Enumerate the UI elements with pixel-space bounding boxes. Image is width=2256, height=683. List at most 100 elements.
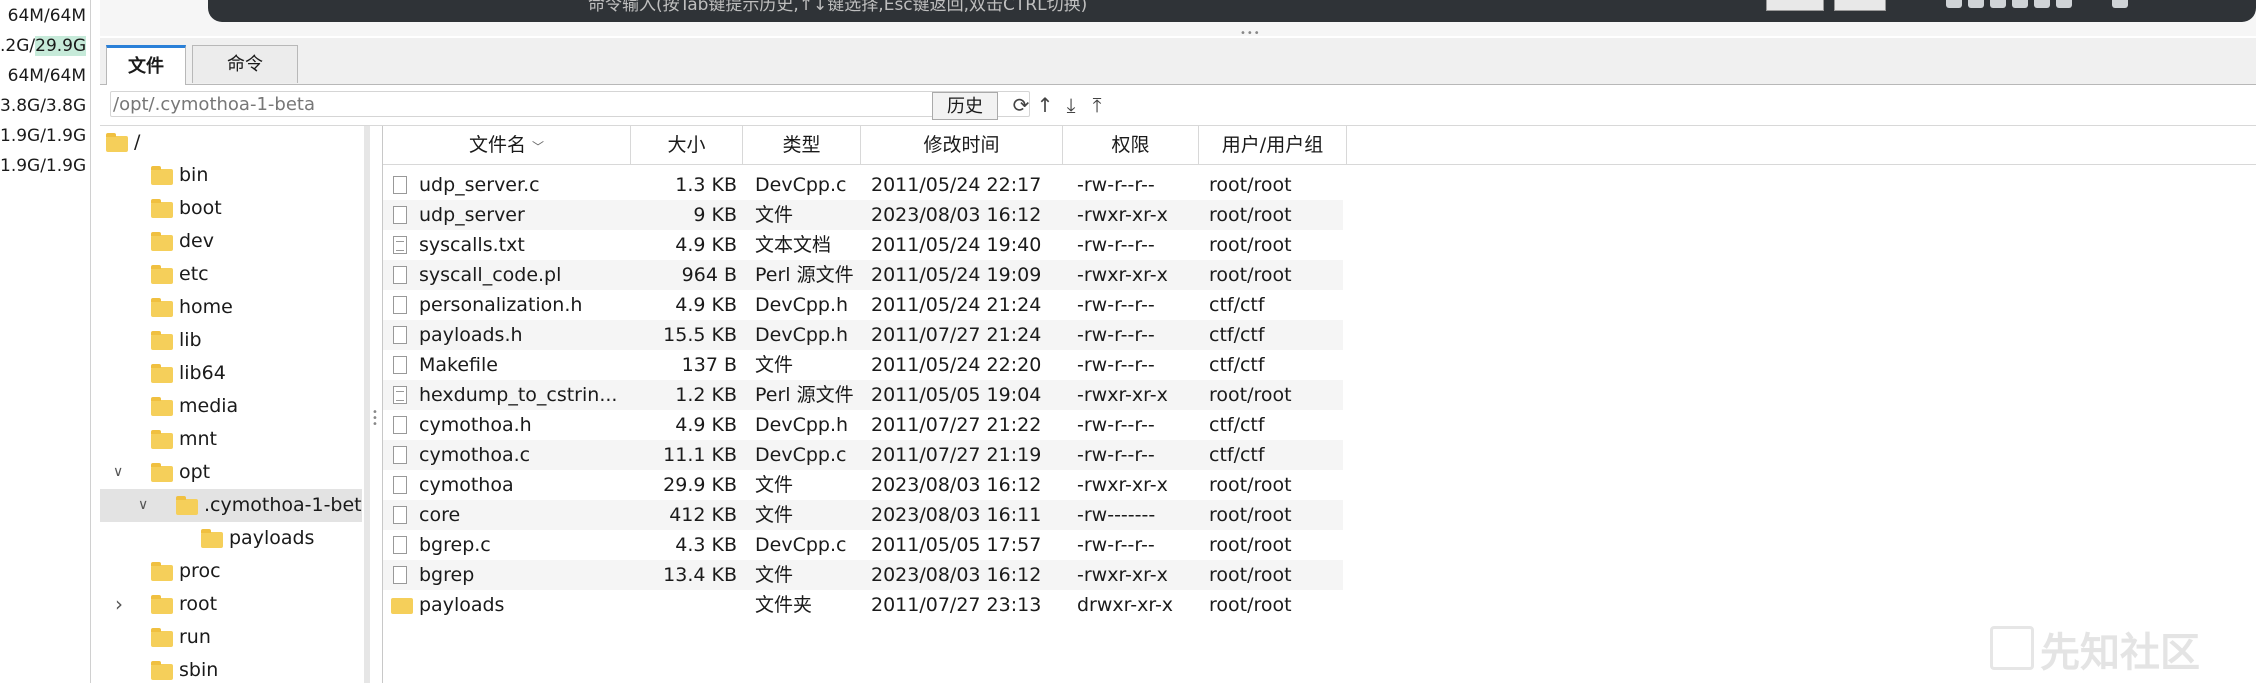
path-input[interactable]: /opt/.cymothoa-1-beta — [110, 91, 1030, 117]
folder-icon — [151, 166, 173, 185]
folder-icon — [151, 331, 173, 350]
file-row[interactable]: personalization.h 4.9 KB DevCpp.h 2011/05/2… — [383, 290, 1343, 320]
file-owner: root/root — [1209, 204, 1292, 226]
file-row[interactable]: payloads.h 15.5 KB DevCpp.h 2011/07/27 21:2… — [383, 320, 1343, 350]
path-bar: /opt/.cymothoa-1-beta 历史 ⟳ ↑ ⤓ ⤒ — [100, 85, 2256, 126]
file-name: syscall_code.pl — [419, 264, 562, 286]
file-name: cymothoa.h — [419, 414, 532, 436]
tree-item-sbin[interactable]: sbin — [100, 654, 362, 683]
file-perm: drwxr-xr-x — [1077, 594, 1174, 616]
download-icon[interactable]: ⤓ — [1060, 94, 1082, 116]
col-header-type[interactable]: 类型 — [743, 126, 861, 164]
tree-item-opt[interactable]: ∨ opt — [100, 456, 362, 489]
tree-scrollbar[interactable] — [364, 126, 370, 683]
file-type: DevCpp.c — [755, 174, 847, 196]
file-owner: root/root — [1209, 564, 1292, 586]
tree-item-mnt[interactable]: mnt — [100, 423, 362, 456]
tree-item-media[interactable]: media — [100, 390, 362, 423]
tree-item-label: home — [179, 296, 233, 318]
file-row[interactable]: payloads 文件夹 2011/07/27 23:13 drwxr-xr-x roo… — [383, 590, 1343, 620]
col-header-mtime[interactable]: 修改时间 — [861, 126, 1063, 164]
file-row[interactable]: core 412 KB 文件 2023/08/03 16:11 -rw------- ro… — [383, 500, 1343, 530]
file-table: 文件名 ﹀ 大小 类型 修改时间 权限 用户/用户组 udp_server.c 1… — [382, 126, 2256, 683]
file-mtime: 2023/08/03 16:12 — [871, 204, 1042, 226]
file-row[interactable]: cymothoa.c 11.1 KB DevCpp.c 2011/07/27 21:1… — [383, 440, 1343, 470]
tree-item-etc[interactable]: etc — [100, 258, 362, 291]
file-mtime: 2011/05/24 19:40 — [871, 234, 1042, 256]
copy-icon[interactable] — [1968, 0, 1984, 8]
file-row[interactable]: hexdump_to_cstrin... 1.2 KB Perl 源文件 2011/0… — [383, 380, 1343, 410]
file-row[interactable]: syscalls.txt 4.9 KB 文本文档 2011/05/24 19:40 -r… — [383, 230, 1343, 260]
tree-item-payloads[interactable]: payloads — [100, 522, 362, 555]
chevron-right-icon[interactable]: › — [115, 588, 123, 621]
file-perm: -rw-r--r-- — [1077, 234, 1155, 256]
file-row[interactable]: syscall_code.pl 964 B Perl 源文件 2011/05/24 1… — [383, 260, 1343, 290]
file-perm: -rwxr-xr-x — [1077, 264, 1168, 286]
file-icon — [393, 416, 407, 434]
file-type: 文件 — [755, 204, 794, 226]
tree-item-boot[interactable]: boot — [100, 192, 362, 225]
tab-files[interactable]: 文件 — [106, 45, 186, 85]
tree-item-root[interactable]: › root — [100, 588, 362, 621]
up-dir-icon[interactable]: ↑ — [1034, 94, 1056, 116]
file-name: cymothoa.c — [419, 444, 531, 466]
refresh-icon[interactable]: ⟳ — [1010, 94, 1032, 116]
chevron-down-icon[interactable]: ∨ — [113, 456, 123, 489]
tree-item-lib[interactable]: lib — [100, 324, 362, 357]
file-owner: root/root — [1209, 174, 1292, 196]
file-row[interactable]: cymothoa.h 4.9 KB DevCpp.h 2011/07/27 21:22… — [383, 410, 1343, 440]
folder-icon — [391, 598, 413, 614]
info-icon[interactable] — [2056, 0, 2072, 8]
file-size: 412 KB — [669, 504, 737, 526]
tree-item-home[interactable]: home — [100, 291, 362, 324]
file-owner: root/root — [1209, 264, 1292, 286]
file-row[interactable]: udp_server 9 KB 文件 2023/08/03 16:12 -rwxr-xr… — [383, 200, 1343, 230]
file-row[interactable]: bgrep 13.4 KB 文件 2023/08/03 16:12 -rwxr-xr-x… — [383, 560, 1343, 590]
file-perm: -rw-r--r-- — [1077, 414, 1155, 436]
window-icon[interactable] — [1946, 0, 1962, 8]
file-row[interactable]: udp_server.c 1.3 KB DevCpp.c 2011/05/24 22:… — [383, 170, 1343, 200]
folder-icon — [151, 463, 173, 482]
tree-item-label: sbin — [179, 659, 219, 681]
gear-icon[interactable] — [2034, 0, 2050, 8]
tree-item-dev[interactable]: dev — [100, 225, 362, 258]
history-top-button[interactable] — [1766, 0, 1824, 11]
tree-item-proc[interactable]: proc — [100, 555, 362, 588]
file-row[interactable]: Makefile 137 B 文件 2011/05/24 22:20 -rw-r--r-… — [383, 350, 1343, 380]
tree-item-label: run — [179, 626, 211, 648]
tree-item-label: opt — [179, 461, 211, 483]
col-header-size[interactable]: 大小 — [631, 126, 743, 164]
col-header-perm[interactable]: 权限 — [1063, 126, 1199, 164]
file-name: bgrep — [419, 564, 475, 586]
mem-row: .2G/29.9G — [0, 32, 90, 60]
file-perm: -rw-r--r-- — [1077, 324, 1155, 346]
text-file-icon — [393, 236, 407, 254]
file-row[interactable]: cymothoa 29.9 KB 文件 2023/08/03 16:12 -rwxr-x… — [383, 470, 1343, 500]
history-button[interactable]: 历史 — [932, 92, 998, 120]
file-type: DevCpp.c — [755, 534, 847, 556]
file-name: syscalls.txt — [419, 234, 525, 256]
tree-item-label: proc — [179, 560, 221, 582]
col-header-name[interactable]: 文件名 ﹀ — [383, 126, 631, 164]
file-owner: root/root — [1209, 234, 1292, 256]
tree-item-root[interactable]: / — [100, 126, 362, 159]
paste-icon[interactable] — [1990, 0, 2006, 8]
col-header-owner[interactable]: 用户/用户组 — [1199, 126, 1347, 164]
pane-splitter[interactable]: • • • — [372, 408, 378, 430]
tree-item-run[interactable]: run — [100, 621, 362, 654]
search-icon[interactable] — [2012, 0, 2028, 8]
file-row[interactable]: bgrep.c 4.3 KB DevCpp.c 2011/05/05 17:57 -rw… — [383, 530, 1343, 560]
file-name: bgrep.c — [419, 534, 491, 556]
chevron-down-icon[interactable]: ∨ — [138, 489, 148, 522]
file-perm: -rw-r--r-- — [1077, 294, 1155, 316]
maximize-icon[interactable] — [2112, 0, 2128, 8]
select-top-button[interactable] — [1834, 0, 1886, 11]
tree-item-lib64[interactable]: lib64 — [100, 357, 362, 390]
tab-commands[interactable]: 命令 — [192, 45, 298, 83]
folder-icon — [151, 595, 173, 614]
tree-item-cymothoa-1-beta[interactable]: ∨ .cymothoa-1-beta — [100, 489, 362, 522]
tree-item-label: etc — [179, 263, 209, 285]
folder-icon — [201, 529, 223, 548]
tree-item-bin[interactable]: bin — [100, 159, 362, 192]
upload-icon[interactable]: ⤒ — [1086, 94, 1108, 116]
